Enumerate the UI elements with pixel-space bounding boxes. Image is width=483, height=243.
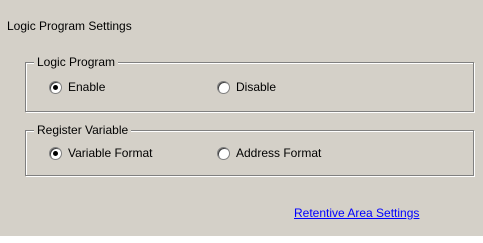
radio-enable-label: Enable xyxy=(68,80,106,94)
settings-panel: Logic Program Settings Logic Program Ena… xyxy=(0,0,483,236)
radio-enable[interactable]: Enable xyxy=(49,80,105,94)
logic-program-group-label: Logic Program xyxy=(34,55,119,69)
radio-disable[interactable]: Disable xyxy=(217,80,276,94)
logic-program-group: Logic Program Enable Disable xyxy=(25,55,474,112)
radio-variable-format-indicator[interactable] xyxy=(49,146,62,160)
panel-title: Logic Program Settings xyxy=(7,19,132,33)
register-variable-group: Register Variable Variable Format Addres… xyxy=(25,123,474,176)
radio-disable-indicator[interactable] xyxy=(217,80,230,94)
radio-disable-label: Disable xyxy=(236,80,277,94)
radio-variable-format[interactable]: Variable Format xyxy=(49,146,152,160)
radio-variable-format-label: Variable Format xyxy=(68,146,153,160)
bottom-band xyxy=(0,236,483,243)
radio-address-format[interactable]: Address Format xyxy=(217,146,321,160)
register-variable-group-label: Register Variable xyxy=(34,123,132,137)
retentive-area-settings-link[interactable]: Retentive Area Settings xyxy=(294,206,419,220)
radio-enable-indicator[interactable] xyxy=(49,80,62,94)
radio-address-format-indicator[interactable] xyxy=(217,146,230,160)
radio-address-format-label: Address Format xyxy=(236,146,322,160)
